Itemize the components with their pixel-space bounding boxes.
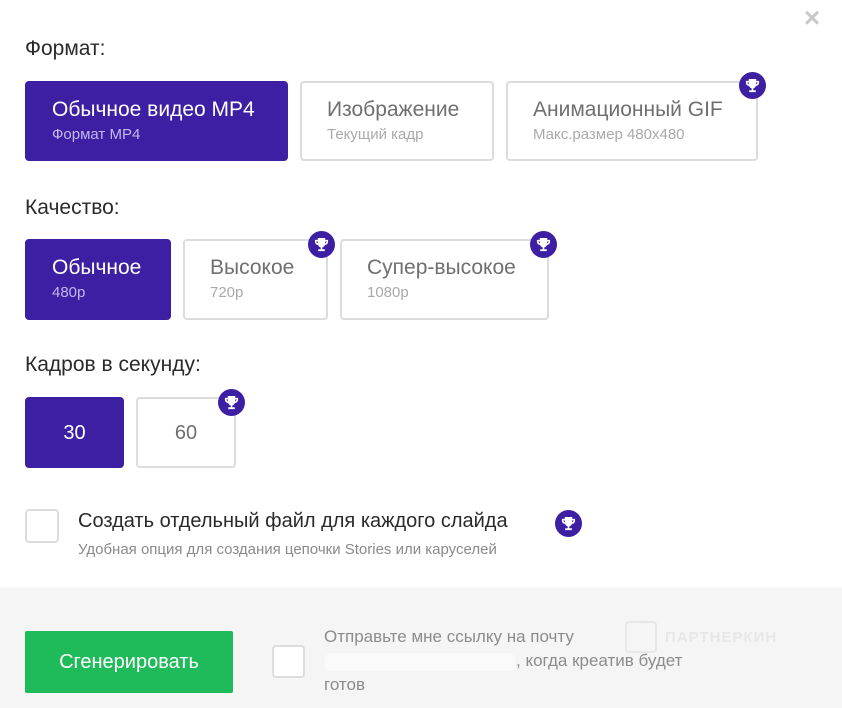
slides-hint: Удобная опция для создания цепочки Stori…	[78, 541, 497, 558]
format-title: Формат:	[25, 37, 106, 60]
format-option-title: Анимационный GIF	[533, 98, 723, 121]
format-option-gif[interactable]: Анимационный GIF Макс.размер 480x480	[506, 81, 758, 161]
quality-option-subtitle: 1080p	[367, 284, 409, 301]
format-option-title: Обычное видео MP4	[52, 98, 255, 121]
quality-option-title: Обычное	[52, 256, 142, 279]
fps-option-30[interactable]: 30	[25, 397, 124, 468]
footer: Сгенерировать Отправьте мне ссылку на по…	[0, 587, 842, 708]
fps-option-label: 60	[174, 421, 198, 444]
watermark-text: ПАРТНЕРКИН	[665, 628, 778, 646]
trophy-icon	[308, 231, 335, 258]
format-option-subtitle: Макс.размер 480x480	[533, 126, 685, 143]
close-icon[interactable]: ×	[800, 4, 824, 32]
generate-button[interactable]: Сгенерировать	[25, 631, 233, 693]
slides-checkbox[interactable]	[25, 509, 59, 543]
trophy-icon	[555, 510, 582, 537]
quality-option-super-high[interactable]: Супер-высокое 1080p	[340, 239, 549, 320]
watermark-logo-icon	[625, 621, 657, 653]
email-text-before: Отправьте мне ссылку на почту	[324, 627, 574, 646]
trophy-icon	[530, 231, 557, 258]
watermark: ПАРТНЕРКИН	[625, 620, 777, 654]
fps-option-label: 30	[63, 421, 86, 444]
quality-option-title: Супер-высокое	[367, 256, 516, 279]
redacted-email	[324, 652, 516, 671]
trophy-icon	[218, 389, 245, 416]
fps-title: Кадров в секунду:	[25, 353, 201, 376]
quality-option-subtitle: 720p	[210, 284, 244, 301]
quality-option-normal[interactable]: Обычное 480p	[25, 239, 171, 320]
quality-title: Качество:	[25, 196, 120, 219]
trophy-icon	[739, 72, 766, 99]
format-option-title: Изображение	[327, 98, 460, 121]
format-option-subtitle: Формат MP4	[52, 126, 141, 143]
format-option-mp4[interactable]: Обычное видео MP4 Формат MP4	[25, 81, 288, 161]
slides-checkbox-label[interactable]: Создать отдельный файл для каждого слайд…	[78, 510, 508, 533]
format-option-subtitle: Текущий кадр	[327, 126, 424, 143]
quality-option-subtitle: 480p	[52, 284, 86, 301]
format-option-image[interactable]: Изображение Текущий кадр	[300, 81, 494, 161]
email-link-checkbox[interactable]	[272, 645, 305, 678]
quality-option-high[interactable]: Высокое 720p	[183, 239, 328, 320]
quality-option-title: Высокое	[210, 256, 295, 279]
